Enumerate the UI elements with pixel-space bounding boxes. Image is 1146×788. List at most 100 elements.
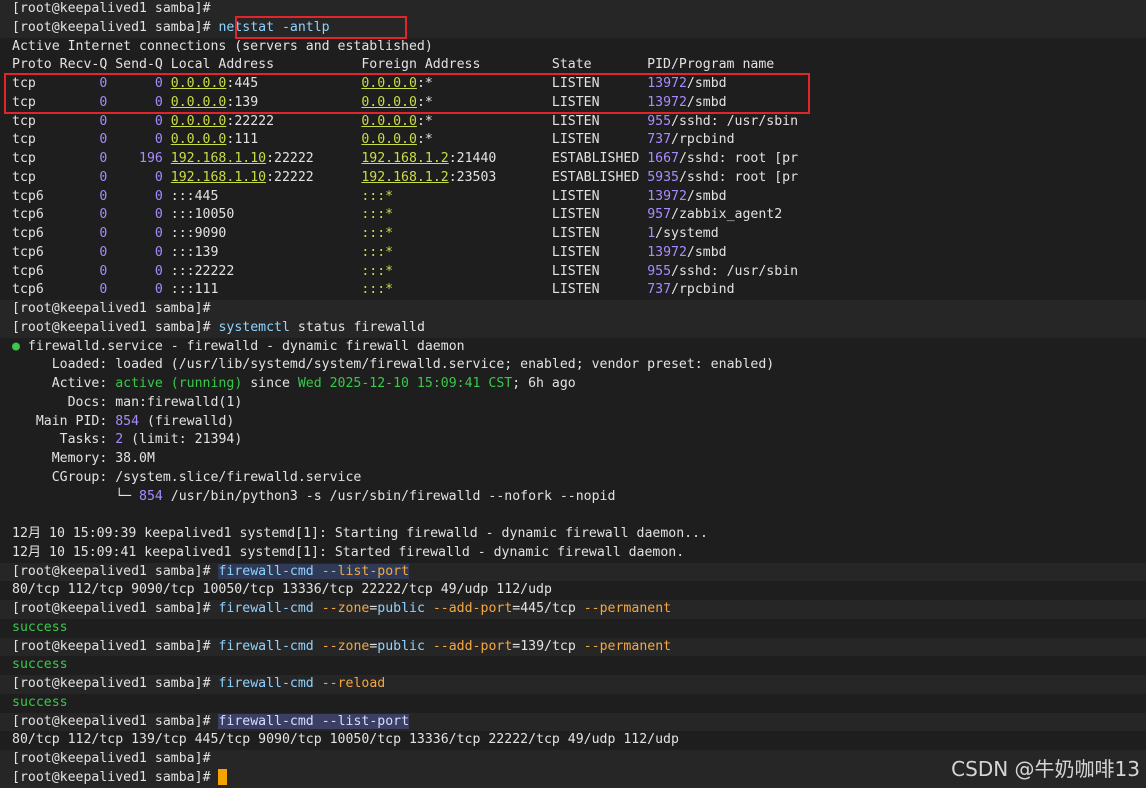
netstat-proto: tcp6 (12, 263, 60, 279)
success-text: success (12, 694, 68, 710)
service-memory: Memory: 38.0M (12, 451, 155, 466)
log-line-starting: 12月 10 15:09:39 keepalived1 systemd[1]: … (12, 526, 708, 541)
netstat-proto: tcp6 (12, 188, 60, 204)
netstat-state: LISTEN (551, 244, 648, 260)
netstat-pid: 955 (647, 113, 672, 129)
netstat-sendq: 196 (115, 151, 171, 166)
netstat-state: LISTEN (551, 113, 648, 129)
netstat-program: /smbd (686, 94, 727, 110)
netstat-proto: tcp6 (12, 244, 60, 260)
netstat-recvq: 0 (59, 263, 116, 279)
netstat-pid: 955 (647, 263, 672, 279)
netstat-program: /rpcbind (671, 132, 735, 148)
netstat-program: /smbd (686, 76, 727, 91)
netstat-pid: 13972 (647, 188, 687, 204)
netstat-local-address: :::139 (170, 244, 362, 260)
netstat-sendq: 0 (115, 226, 171, 241)
netstat-sendq: 0 (115, 244, 171, 260)
netstat-proto: tcp6 (12, 207, 60, 223)
netstat-program: /sshd: /usr/sbin (671, 263, 799, 279)
prompt-line-netstat: [root@keepalived1 samba]# netstat -antlp (0, 18, 1146, 38)
netstat-sendq: 0 (115, 132, 171, 148)
list-port-result-2: 80/tcp 112/tcp 139/tcp 445/tcp 9090/tcp … (12, 732, 679, 748)
netstat-pid: 5935 (647, 169, 679, 185)
netstat-state: LISTEN (551, 282, 648, 298)
netstat-pid: 737 (647, 282, 672, 298)
netstat-program: /smbd (686, 188, 727, 204)
netstat-foreign-address: 192.168.1.2:23503 (361, 169, 497, 185)
service-title: ● firewalld.service - firewalld - dynami… (12, 338, 465, 354)
netstat-pid: 1 (647, 226, 656, 241)
terminal-window[interactable]: [root@keepalived1 samba]# [root@keepaliv… (0, 0, 1146, 788)
service-active: Active: active (running) since Wed 2025-… (12, 376, 576, 391)
netstat-pid: 737 (647, 132, 672, 148)
netstat-recvq: 0 (59, 244, 116, 260)
netstat-foreign-address: 0.0.0.0:* (361, 132, 433, 148)
prompt-line-add-445: [root@keepalived1 samba]# firewall-cmd -… (0, 600, 1146, 619)
log-line-started: 12月 10 15:09:41 keepalived1 systemd[1]: … (12, 544, 685, 560)
service-docs: Docs: man:firewalld(1) (12, 394, 243, 410)
netstat-proto: tcp (12, 132, 60, 148)
netstat-recvq: 0 (59, 282, 116, 298)
netstat-local-address: :::111 (170, 282, 362, 298)
netstat-recvq: 0 (59, 188, 116, 204)
netstat-row: tcp6 0 0 :::111 :::* LISTEN 737/rpcbind (12, 281, 1146, 300)
netstat-header: Active Internet connections (servers and… (12, 38, 433, 54)
netstat-proto: tcp (12, 76, 60, 91)
netstat-state: LISTEN (551, 207, 648, 223)
prompt-line-add-139: [root@keepalived1 samba]# firewall-cmd -… (0, 637, 1146, 657)
netstat-recvq: 0 (59, 94, 116, 110)
netstat-program: /rpcbind (671, 282, 735, 298)
netstat-proto: tcp (12, 94, 60, 110)
netstat-foreign-address: :::* (361, 207, 394, 223)
netstat-sendq: 0 (115, 94, 171, 110)
netstat-state: LISTEN (551, 132, 648, 148)
service-cgroup: CGroup: /system.slice/firewalld.service (12, 469, 362, 485)
service-cgroup-tree: └─ 854 /usr/bin/python3 -s /usr/sbin/fir… (12, 488, 616, 504)
prompt-line-list-port-2: [root@keepalived1 samba]# firewall-cmd -… (0, 712, 1146, 732)
status-dot-icon: ● (12, 338, 20, 354)
netstat-proto: tcp (12, 113, 60, 129)
prompt-line-reload: [root@keepalived1 samba]# firewall-cmd -… (0, 675, 1146, 694)
netstat-row: tcp6 0 0 :::445 :::* LISTEN 13972/smbd (12, 188, 1146, 207)
netstat-local-address: 192.168.1.10:22222 (170, 151, 314, 166)
service-loaded: Loaded: loaded (/usr/lib/systemd/system/… (12, 357, 775, 373)
netstat-foreign-address: 0.0.0.0:* (361, 94, 433, 110)
netstat-program: /sshd: root [pr (678, 151, 799, 166)
prompt-line-systemctl: [root@keepalived1 samba]# systemctl stat… (0, 318, 1146, 338)
netstat-sendq: 0 (115, 113, 171, 129)
netstat-sendq: 0 (115, 207, 171, 223)
netstat-foreign-address: 0.0.0.0:* (361, 76, 433, 91)
text-cursor (218, 768, 228, 785)
netstat-recvq: 0 (59, 132, 116, 148)
netstat-row: tcp 0 0 0.0.0.0:22222 0.0.0.0:* LISTEN 9… (12, 113, 1146, 132)
service-tasks: Tasks: 2 (limit: 21394) (12, 432, 243, 448)
netstat-row: tcp6 0 0 :::22222 :::* LISTEN 955/sshd: … (12, 263, 1146, 282)
netstat-row: tcp6 0 0 :::10050 :::* LISTEN 957/zabbix… (12, 206, 1146, 225)
netstat-state: ESTABLISHED (551, 169, 648, 185)
netstat-local-address: :::9090 (170, 226, 362, 241)
netstat-sendq: 0 (115, 263, 171, 279)
netstat-local-address: 192.168.1.10:22222 (170, 169, 314, 185)
prompt-line: [root@keepalived1 samba]# (0, 300, 1146, 319)
netstat-local-address: 0.0.0.0:22222 (170, 113, 275, 129)
netstat-recvq: 0 (59, 151, 116, 166)
watermark: CSDN @牛奶咖啡13 (951, 757, 1140, 781)
netstat-row: tcp 0 196 192.168.1.10:22222 192.168.1.2… (12, 150, 1146, 169)
netstat-pid: 13972 (647, 94, 687, 110)
list-port-result: 80/tcp 112/tcp 9090/tcp 10050/tcp 13336/… (12, 582, 552, 598)
netstat-row: tcp 0 0 0.0.0.0:111 0.0.0.0:* LISTEN 737… (12, 131, 1146, 150)
netstat-sendq: 0 (115, 76, 171, 91)
netstat-program: /smbd (686, 244, 727, 260)
netstat-columns: Proto Recv-Q Send-Q Local Address Foreig… (12, 57, 775, 73)
netstat-state: LISTEN (551, 263, 648, 279)
netstat-recvq: 0 (59, 113, 116, 129)
netstat-local-address: 0.0.0.0:111 (170, 132, 259, 148)
netstat-recvq: 0 (59, 169, 116, 185)
prompt-line-list-port: [root@keepalived1 samba]# firewall-cmd -… (0, 562, 1146, 582)
netstat-row: tcp6 0 0 :::9090 :::* LISTEN 1/systemd (12, 225, 1146, 244)
netstat-row: tcp 0 0 192.168.1.10:22222 192.168.1.2:2… (12, 169, 1146, 188)
netstat-foreign-address: 0.0.0.0:* (361, 113, 433, 129)
netstat-row: tcp6 0 0 :::139 :::* LISTEN 13972/smbd (12, 244, 1146, 263)
netstat-state: LISTEN (551, 188, 648, 204)
